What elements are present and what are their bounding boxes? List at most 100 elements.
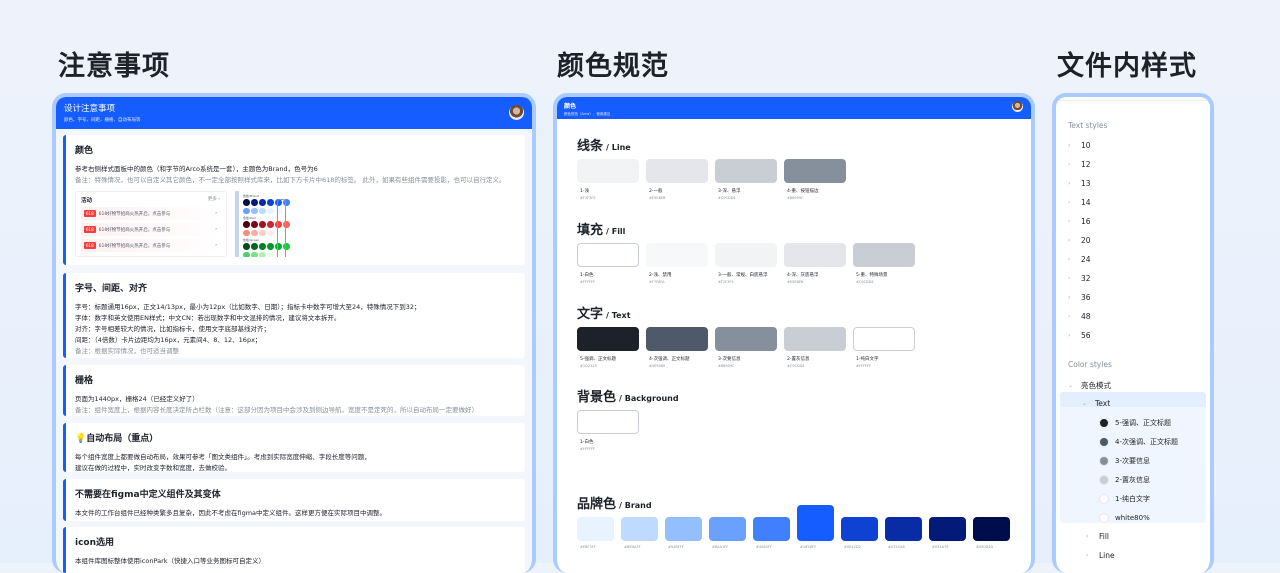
section-title-en: / Line <box>606 143 631 152</box>
color-swatch[interactable] <box>646 243 708 267</box>
swatch-label: 1-浅 <box>580 189 589 194</box>
color-style-item[interactable]: 1-纯白文字 <box>1099 494 1150 504</box>
palette-dot <box>243 221 250 228</box>
color-style-item[interactable]: 5-强调、正文标题 <box>1099 418 1171 428</box>
text-style-name: 16 <box>1081 217 1091 226</box>
note-card: 字号、间距、对齐 字号：标题通用16px，正文14/13px，最小为12px（比如… <box>63 273 525 358</box>
activity-tag-618: 618 <box>84 226 96 233</box>
color-dot <box>1099 418 1109 428</box>
activity-row-text: 618好物节招商火热开启，点击参与 <box>98 227 171 233</box>
note-card-text: 本文件的工作台组件已经种类繁多且复杂，因此不考虑在figma中定义组件。这样更方… <box>75 509 387 517</box>
color-swatch[interactable] <box>853 327 915 351</box>
note-card-remark: 备注：组件宽度上，根据内容长度决定所占栏数（注意：这部分因为项目中会涉及到侧边导… <box>75 406 478 414</box>
swatch-hex: #4E5969 <box>649 364 666 368</box>
text-style-item[interactable]: › 48 <box>1068 312 1091 321</box>
color-style-item[interactable]: white80% <box>1099 513 1150 523</box>
brand-swatch[interactable] <box>709 517 746 541</box>
text-style-item[interactable]: › 13 <box>1068 179 1091 188</box>
color-style-item[interactable]: 2-置灰信息 <box>1099 475 1150 485</box>
section-title-cn: 填充 <box>577 223 604 238</box>
swatch-label: 1-白色 <box>580 273 594 278</box>
color-swatch[interactable] <box>715 243 777 267</box>
color-swatch[interactable] <box>646 327 708 351</box>
color-swatch[interactable] <box>784 159 846 183</box>
activity-more-link[interactable]: 更多 › <box>208 196 220 202</box>
color-section-title: 线条 / Line <box>577 135 631 154</box>
text-style-item[interactable]: › 16 <box>1068 217 1091 226</box>
text-style-item[interactable]: › 14 <box>1068 198 1091 207</box>
palette-dot <box>251 229 258 236</box>
color-swatch[interactable] <box>577 243 639 267</box>
color-style-item[interactable]: 4-次强调、正文标题 <box>1099 437 1178 447</box>
colors-header: 颜色 颜色规范（Arco），使用建议 <box>557 97 1031 119</box>
activity-row[interactable]: 618 618好物节招商火热开启，点击参与 › <box>81 207 221 220</box>
color-swatch[interactable] <box>715 159 777 183</box>
brand-swatch[interactable] <box>929 517 966 541</box>
color-swatch[interactable] <box>715 327 777 351</box>
brand-swatch[interactable] <box>577 517 614 541</box>
text-style-name: 12 <box>1081 160 1091 169</box>
brand-swatch-hex: #94BFFF <box>668 545 684 549</box>
text-style-item[interactable]: › 32 <box>1068 274 1091 283</box>
brand-swatch[interactable] <box>973 517 1010 541</box>
note-card-text: 参考右侧样式面板中的颜色（和字节的Arco系统是一套），主题色为Brand，色号… <box>75 165 318 173</box>
color-subgroup-item[interactable]: › Line <box>1086 551 1115 560</box>
color-swatch[interactable] <box>784 327 846 351</box>
activity-tag-618: 618 <box>84 242 96 249</box>
brand-swatch[interactable] <box>885 517 922 541</box>
color-swatch[interactable] <box>784 243 846 267</box>
notes-header: 设计注意事项 颜色、字号、间距、栅格、自动布局等 <box>56 97 532 129</box>
activity-row[interactable]: 618 618好物节招商火热开启，点击参与 › <box>81 223 221 236</box>
text-style-item[interactable]: › 10 <box>1068 141 1091 150</box>
chevron-right-icon: › <box>215 243 217 248</box>
brand-swatch[interactable] <box>621 517 658 541</box>
brand-swatch-hex: #000D4D <box>976 545 994 549</box>
text-style-name: 36 <box>1081 293 1091 302</box>
color-swatch[interactable] <box>646 159 708 183</box>
color-group-item[interactable]: ⌄ 亮色模式 <box>1068 380 1111 391</box>
brand-swatch[interactable] <box>797 505 834 541</box>
brand-swatch[interactable] <box>841 517 878 541</box>
chevron-right-icon: › <box>1068 199 1071 206</box>
text-style-item[interactable]: › 56 <box>1068 331 1091 340</box>
color-swatch[interactable] <box>577 327 639 351</box>
brand-swatch[interactable] <box>665 517 702 541</box>
chevron-down-icon: ⌄ <box>1068 382 1074 389</box>
color-subgroup-item[interactable]: ⌄ Text <box>1082 399 1110 408</box>
swatch-label: 4-深、灰底悬浮 <box>787 273 819 278</box>
swatch-hex: #F2F3F5 <box>580 196 596 200</box>
color-swatch[interactable] <box>577 410 639 434</box>
brand-swatch-hex: #4080FF <box>756 545 772 549</box>
colors-panel: 颜色 颜色规范（Arco），使用建议 线条 / Line 1-浅 #F2F3F5 2-一… <box>553 93 1035 573</box>
avatar[interactable] <box>1012 101 1023 112</box>
chevron-right-icon: › <box>1086 533 1089 540</box>
color-style-item[interactable]: 3-次要信息 <box>1099 456 1150 466</box>
colors-header-title: 颜色 <box>564 103 577 110</box>
brand-swatch[interactable] <box>753 517 790 541</box>
swatch-hex: #FFFFFF <box>856 364 872 368</box>
text-style-item[interactable]: › 36 <box>1068 293 1091 302</box>
text-style-item[interactable]: › 12 <box>1068 160 1091 169</box>
brand-swatch-hex: #0E42D2 <box>844 545 861 549</box>
avatar[interactable] <box>509 105 524 120</box>
chevron-down-icon: ⌄ <box>1082 400 1088 407</box>
swatch-label: 4-重、按钮描边 <box>787 189 819 194</box>
activity-row[interactable]: 618 618好物节招商火热开启，点击参与 › <box>81 239 221 252</box>
section-title-colors: 颜色规范 <box>557 51 669 82</box>
brand-swatch-hex: #165DFF <box>800 545 817 549</box>
color-subgroup-name: Text <box>1095 399 1111 408</box>
swatch-hex: #86909C <box>787 196 804 200</box>
palette-dot <box>267 229 274 236</box>
swatch-label: 5-重、特殊场景 <box>856 273 888 278</box>
text-style-item[interactable]: › 20 <box>1068 236 1091 245</box>
color-swatch[interactable] <box>577 159 639 183</box>
brand-swatch-hex: #BEDAFF <box>624 545 641 549</box>
text-styles-heading: Text styles <box>1068 121 1108 130</box>
note-card-title: 不需要在figma中定义组件及其变体 <box>75 490 221 500</box>
text-style-item[interactable]: › 24 <box>1068 255 1091 264</box>
color-subgroup-item[interactable]: › Fill <box>1086 532 1109 541</box>
palette-dot <box>267 251 274 257</box>
color-dot <box>1099 456 1109 466</box>
section-title-cn: 品牌色 <box>577 497 617 512</box>
color-swatch[interactable] <box>853 243 915 267</box>
